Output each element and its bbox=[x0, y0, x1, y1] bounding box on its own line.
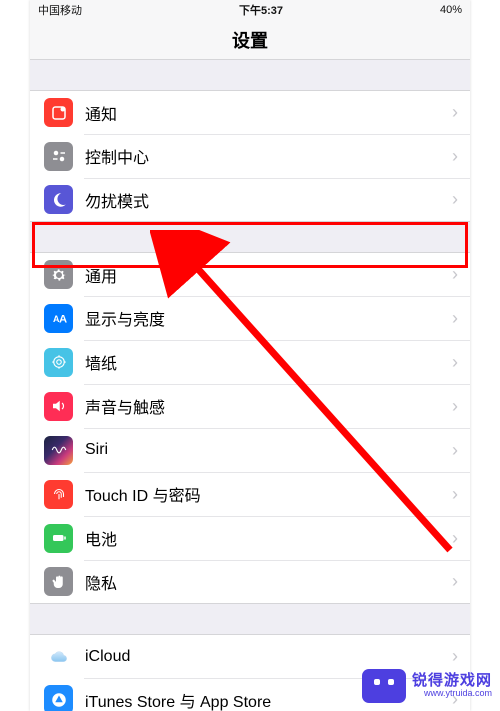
status-left: 中国移动 bbox=[38, 2, 82, 18]
row-label: 墙纸 bbox=[85, 350, 452, 374]
row-general[interactable]: 通用 › bbox=[30, 252, 470, 296]
chevron-right-icon: › bbox=[452, 571, 458, 592]
row-sound[interactable]: 声音与触感 › bbox=[30, 384, 470, 428]
notifications-icon bbox=[44, 98, 73, 127]
cloud-icon bbox=[44, 642, 73, 671]
row-notify[interactable]: 通知 › bbox=[30, 90, 470, 134]
row-siri[interactable]: Siri › bbox=[30, 428, 470, 472]
chevron-right-icon: › bbox=[452, 102, 458, 123]
status-bar: 中国移动 下午5:37 40% bbox=[30, 0, 470, 20]
fingerprint-icon bbox=[44, 480, 73, 509]
chevron-right-icon: › bbox=[452, 646, 458, 667]
svg-text:A: A bbox=[59, 314, 67, 326]
row-label: Touch ID 与密码 bbox=[85, 482, 452, 506]
row-label: 显示与亮度 bbox=[85, 306, 452, 330]
wallpaper-icon bbox=[44, 348, 73, 377]
row-label: Siri bbox=[85, 441, 452, 459]
chevron-right-icon: › bbox=[452, 396, 458, 417]
row-privacy[interactable]: 隐私 › bbox=[30, 560, 470, 604]
settings-group-1: 通知 › 控制中心 › 勿扰模式 › bbox=[30, 90, 470, 222]
watermark-text: 锐得游戏网 www.ytruida.com bbox=[412, 673, 492, 699]
row-label: 声音与触感 bbox=[85, 394, 452, 418]
watermark-logo-icon bbox=[362, 669, 406, 703]
row-label: 通知 bbox=[85, 101, 452, 125]
settings-screen: 中国移动 下午5:37 40% 设置 通知 › 控制中心 › bbox=[30, 0, 470, 711]
watermark-line2: www.ytruida.com bbox=[424, 689, 492, 699]
nav-bar: 设置 bbox=[30, 20, 470, 60]
chevron-right-icon: › bbox=[452, 189, 458, 210]
chevron-right-icon: › bbox=[452, 440, 458, 461]
status-time: 下午5:37 bbox=[239, 2, 283, 18]
group-gap bbox=[30, 604, 470, 634]
row-wall[interactable]: 墙纸 › bbox=[30, 340, 470, 384]
watermark-line1: 锐得游戏网 bbox=[412, 673, 492, 690]
battery-label: 40% bbox=[440, 4, 462, 16]
chevron-right-icon: › bbox=[452, 484, 458, 505]
chevron-right-icon: › bbox=[452, 264, 458, 285]
row-battery[interactable]: 电池 › bbox=[30, 516, 470, 560]
row-control[interactable]: 控制中心 › bbox=[30, 134, 470, 178]
status-right: 40% bbox=[440, 4, 462, 16]
row-dnd[interactable]: 勿扰模式 › bbox=[30, 178, 470, 222]
row-label: 通用 bbox=[85, 263, 452, 287]
chevron-right-icon: › bbox=[452, 352, 458, 373]
carrier-label: 中国移动 bbox=[38, 2, 82, 18]
moon-icon bbox=[44, 185, 73, 214]
row-label: 电池 bbox=[85, 526, 452, 550]
row-label: 勿扰模式 bbox=[85, 188, 452, 212]
page-title: 设置 bbox=[232, 27, 268, 53]
battery-icon bbox=[44, 524, 73, 553]
chevron-right-icon: › bbox=[452, 528, 458, 549]
row-label: iCloud bbox=[85, 648, 452, 666]
hand-icon bbox=[44, 567, 73, 596]
group-gap bbox=[30, 222, 470, 252]
group-gap bbox=[30, 60, 470, 90]
speaker-icon bbox=[44, 392, 73, 421]
row-label: 控制中心 bbox=[85, 144, 452, 168]
display-icon: AA bbox=[44, 304, 73, 333]
settings-group-2: 通用 › AA 显示与亮度 › 墙纸 › 声音与触感 › bbox=[30, 252, 470, 604]
row-touchid[interactable]: Touch ID 与密码 › bbox=[30, 472, 470, 516]
control-center-icon bbox=[44, 142, 73, 171]
watermark: 锐得游戏网 www.ytruida.com bbox=[362, 669, 492, 703]
row-label: 隐私 bbox=[85, 570, 452, 594]
chevron-right-icon: › bbox=[452, 308, 458, 329]
appstore-icon bbox=[44, 685, 73, 711]
row-display[interactable]: AA 显示与亮度 › bbox=[30, 296, 470, 340]
gear-icon bbox=[44, 260, 73, 289]
siri-icon bbox=[44, 436, 73, 465]
chevron-right-icon: › bbox=[452, 146, 458, 167]
